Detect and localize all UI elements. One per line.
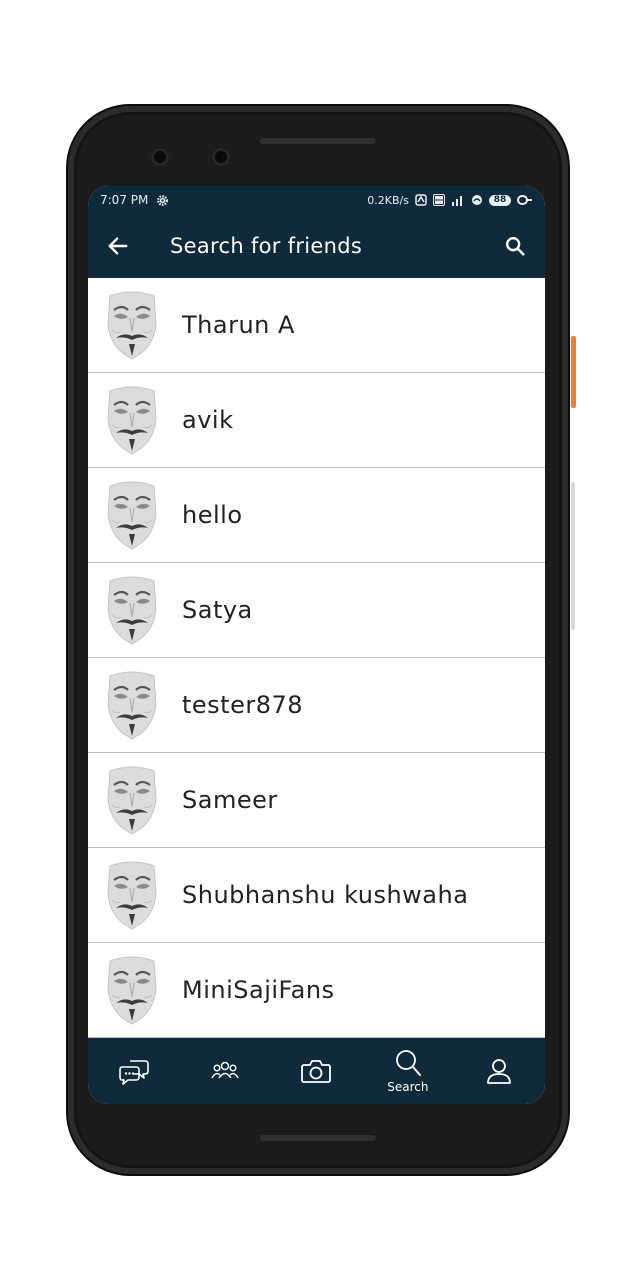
friend-name: tester878 bbox=[182, 691, 304, 719]
guy-fawkes-mask-avatar bbox=[107, 291, 157, 360]
guy-fawkes-mask-avatar bbox=[107, 671, 157, 740]
bottom-speaker bbox=[258, 1133, 378, 1143]
power-button bbox=[571, 336, 576, 408]
friend-row[interactable]: Shubhanshu kushwaha bbox=[88, 848, 545, 943]
friend-row[interactable]: MiniSajiFans bbox=[88, 943, 545, 1038]
group-people-icon bbox=[211, 1061, 239, 1079]
friend-name: avik bbox=[182, 406, 234, 434]
nav-profile[interactable] bbox=[459, 1038, 539, 1104]
friend-row[interactable]: Sameer bbox=[88, 753, 545, 848]
settings-gear-icon bbox=[157, 194, 169, 206]
volte-icon bbox=[433, 194, 445, 206]
friend-row[interactable]: Tharun A bbox=[88, 278, 545, 373]
friend-row[interactable]: hello bbox=[88, 468, 545, 563]
battery-level: 88 bbox=[493, 195, 507, 205]
user-profile-icon bbox=[487, 1059, 512, 1084]
battery-icon: 88 bbox=[489, 194, 511, 206]
front-sensor bbox=[212, 148, 230, 166]
wifi-icon bbox=[472, 195, 482, 205]
search-icon bbox=[506, 237, 525, 256]
search-icon bbox=[395, 1050, 421, 1076]
guy-fawkes-mask-avatar bbox=[107, 481, 157, 550]
nav-camera[interactable] bbox=[276, 1038, 356, 1104]
search-button[interactable] bbox=[495, 226, 535, 266]
friend-list: Tharun A avik hello Satya tester878 Same… bbox=[88, 278, 545, 1038]
guy-fawkes-mask-avatar bbox=[107, 766, 157, 835]
nav-groups[interactable] bbox=[185, 1038, 265, 1104]
friend-name: hello bbox=[182, 501, 243, 529]
back-button[interactable] bbox=[88, 214, 148, 278]
friend-row[interactable]: avik bbox=[88, 373, 545, 468]
camera-icon bbox=[301, 1060, 332, 1083]
friend-row[interactable]: Satya bbox=[88, 563, 545, 658]
guy-fawkes-mask-avatar bbox=[107, 386, 157, 455]
hotspot-icon bbox=[415, 194, 427, 206]
friend-name: Sameer bbox=[182, 786, 278, 814]
signal-icon bbox=[452, 196, 462, 206]
friend-row[interactable]: tester878 bbox=[88, 658, 545, 753]
chat-bubbles-icon bbox=[118, 1060, 149, 1085]
screen: 7:07 PM 0.2KB/s 88 Search for friends Th… bbox=[88, 186, 545, 1104]
page-title: Search for friends bbox=[170, 234, 363, 258]
status-bar: 7:07 PM 0.2KB/s 88 bbox=[88, 186, 545, 214]
guy-fawkes-mask-avatar bbox=[107, 956, 157, 1025]
arrow-back-icon bbox=[108, 237, 128, 255]
network-speed: 0.2KB/s bbox=[367, 193, 409, 207]
nav-search-label: Search bbox=[387, 1080, 429, 1094]
friend-name: Satya bbox=[182, 596, 253, 624]
earpiece-speaker bbox=[258, 136, 378, 146]
volume-button bbox=[571, 482, 575, 630]
friend-name: Tharun A bbox=[182, 311, 295, 339]
nav-chats[interactable] bbox=[94, 1038, 174, 1104]
nav-search[interactable]: Search bbox=[368, 1038, 448, 1104]
friend-name: MiniSajiFans bbox=[182, 976, 335, 1004]
guy-fawkes-mask-avatar bbox=[107, 576, 157, 645]
bottom-navigation: Search bbox=[88, 1038, 545, 1104]
key-icon bbox=[517, 195, 532, 205]
app-bar: Search for friends bbox=[88, 214, 545, 278]
front-camera bbox=[151, 148, 169, 166]
guy-fawkes-mask-avatar bbox=[107, 861, 157, 930]
friend-name: Shubhanshu kushwaha bbox=[182, 881, 469, 909]
status-time: 7:07 PM bbox=[100, 193, 149, 207]
